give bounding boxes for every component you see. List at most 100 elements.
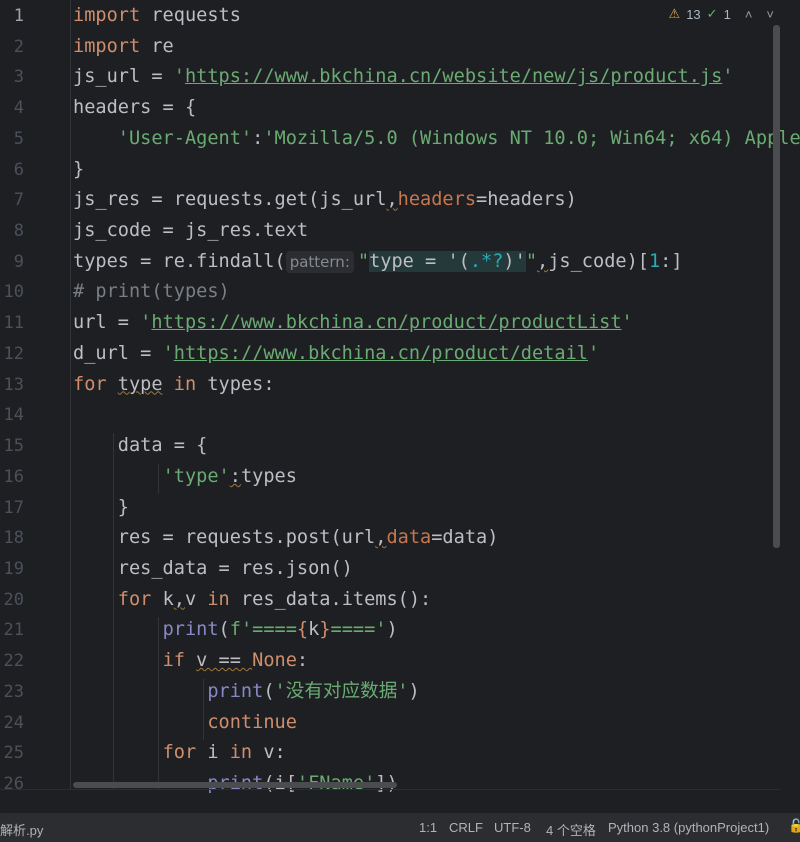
line-number[interactable]: 4 [0,93,24,124]
code-line[interactable]: for type in types: [73,370,275,401]
code-token: data [386,527,432,549]
code-line[interactable]: res = requests.post(url,data=data) [73,523,499,554]
code-token: headers = { [73,97,197,119]
line-number[interactable]: 12 [0,339,24,370]
status-indent[interactable]: 4 个空格 [546,820,596,839]
line-number[interactable]: 9 [0,247,24,278]
code-token: continue [207,711,297,733]
code-line[interactable]: url = 'https://www.bkchina.cn/product/pr… [73,308,633,339]
chevron-down-icon[interactable]: ˅ [766,7,774,22]
line-number[interactable]: 6 [0,155,24,186]
code-line[interactable]: continue [73,708,297,739]
gutter-divider [70,0,71,790]
warning-icon: ⚠ [668,6,681,21]
line-number[interactable]: 21 [0,615,24,646]
line-number[interactable]: 15 [0,431,24,462]
code-line[interactable]: for i in v: [73,738,286,769]
line-number[interactable]: 22 [0,646,24,677]
code-line[interactable]: js_code = js_res.text [73,216,308,247]
line-number[interactable]: 8 [0,216,24,247]
status-line-separator[interactable]: CRLF [449,820,483,835]
code-line[interactable]: d_url = 'https://www.bkchina.cn/product/… [73,339,599,370]
line-number[interactable]: 20 [0,585,24,616]
code-line[interactable]: data = { [73,431,208,462]
code-line[interactable]: res_data = res.json() [73,554,353,585]
inlay-hint: pattern: [285,250,354,273]
code-line[interactable]: js_url = 'https://www.bkchina.cn/website… [73,62,734,93]
code-token: k [162,588,174,610]
scroll-divider [0,789,780,790]
code-token: ) [408,680,420,702]
status-position[interactable]: 1:1 [419,820,437,835]
line-number[interactable]: 25 [0,738,24,769]
line-number[interactable]: 1 [0,1,24,32]
line-number[interactable]: 13 [0,370,24,401]
line-number[interactable]: 2 [0,32,24,63]
code-token: , [537,250,549,272]
code-line[interactable]: import re [73,32,174,63]
line-number[interactable]: 17 [0,493,24,524]
code-editor[interactable]: 1 2 3 4 5 6 7 8 9 10 11 12 13 14 15 16 17 18 19 20 21 22 23 24 2… [0,0,800,813]
code-token: ====' [330,619,387,641]
ok-count: 1 [723,6,731,22]
code-line[interactable]: for k,v in res_data.items(): [73,585,431,616]
code-token: } [73,158,85,180]
vertical-scrollbar[interactable] [773,25,780,548]
line-number[interactable]: 14 [0,400,24,431]
code-token: None [252,650,297,672]
lock-icon[interactable]: 🔓 [788,818,800,834]
code-token: res_data.items(): [229,588,432,610]
line-number[interactable]: 24 [0,708,24,739]
code-line[interactable]: } [73,493,129,524]
status-file[interactable]: 解析.py [0,820,43,839]
code-line[interactable]: headers = { [73,93,196,124]
code-token: d_url = [73,342,163,364]
line-number[interactable]: 5 [0,124,24,155]
code-token: , [386,189,398,211]
code-token: =data) [431,527,499,549]
line-number[interactable]: 26 [0,769,24,800]
code-line[interactable]: print(f'===={k}====') [73,615,398,646]
code-token: in [207,588,230,610]
code-token: for [162,742,208,764]
code-token: 'type' [162,465,230,487]
chevron-up-icon[interactable]: ˄ [745,7,753,22]
line-number[interactable]: 3 [0,62,24,93]
line-number[interactable]: 10 [0,277,24,308]
code-token: ( [263,680,275,702]
code-token: : [252,127,264,149]
code-line[interactable]: import requests [73,1,241,32]
horizontal-scrollbar[interactable] [73,782,397,788]
code-token: , [375,527,387,549]
status-encoding[interactable]: UTF-8 [494,820,531,835]
line-number[interactable]: 23 [0,677,24,708]
code-line[interactable]: 'type':types [73,462,297,493]
code-token: v == [196,650,253,672]
code-token: )' [503,250,526,272]
line-number[interactable]: 7 [0,185,24,216]
code-line[interactable]: } [73,155,84,186]
warning-count: 13 [686,6,701,22]
status-interpreter[interactable]: Python 3.8 (pythonProject1) [608,820,769,835]
code-line[interactable]: types = re.findall(pattern: "type = '(.*?… [73,247,683,278]
line-number[interactable]: 11 [0,308,24,339]
code-line[interactable]: # print(types) [73,277,230,308]
code-line[interactable]: print('没有对应数据') [73,677,420,708]
code-token: v [184,588,208,610]
code-line[interactable]: js_res = requests.get(js_url,headers=hea… [73,185,577,216]
line-number[interactable]: 16 [0,462,24,493]
inspections-widget[interactable]: ⚠ 13 ✓ 1 ˄ ˅ [662,3,780,25]
window-corner [780,0,800,20]
line-number[interactable]: 19 [0,554,24,585]
code-line[interactable]: if v == None: [73,646,309,677]
line-number[interactable]: 18 [0,523,24,554]
line-number-gutter: 1 2 3 4 5 6 7 8 9 10 11 12 13 14 15 16 17 18 19 20 21 22 23 24 2… [0,0,68,794]
code-line[interactable]: 'User-Agent':'Mozilla/5.0 (Windows NT 10… [73,124,800,155]
